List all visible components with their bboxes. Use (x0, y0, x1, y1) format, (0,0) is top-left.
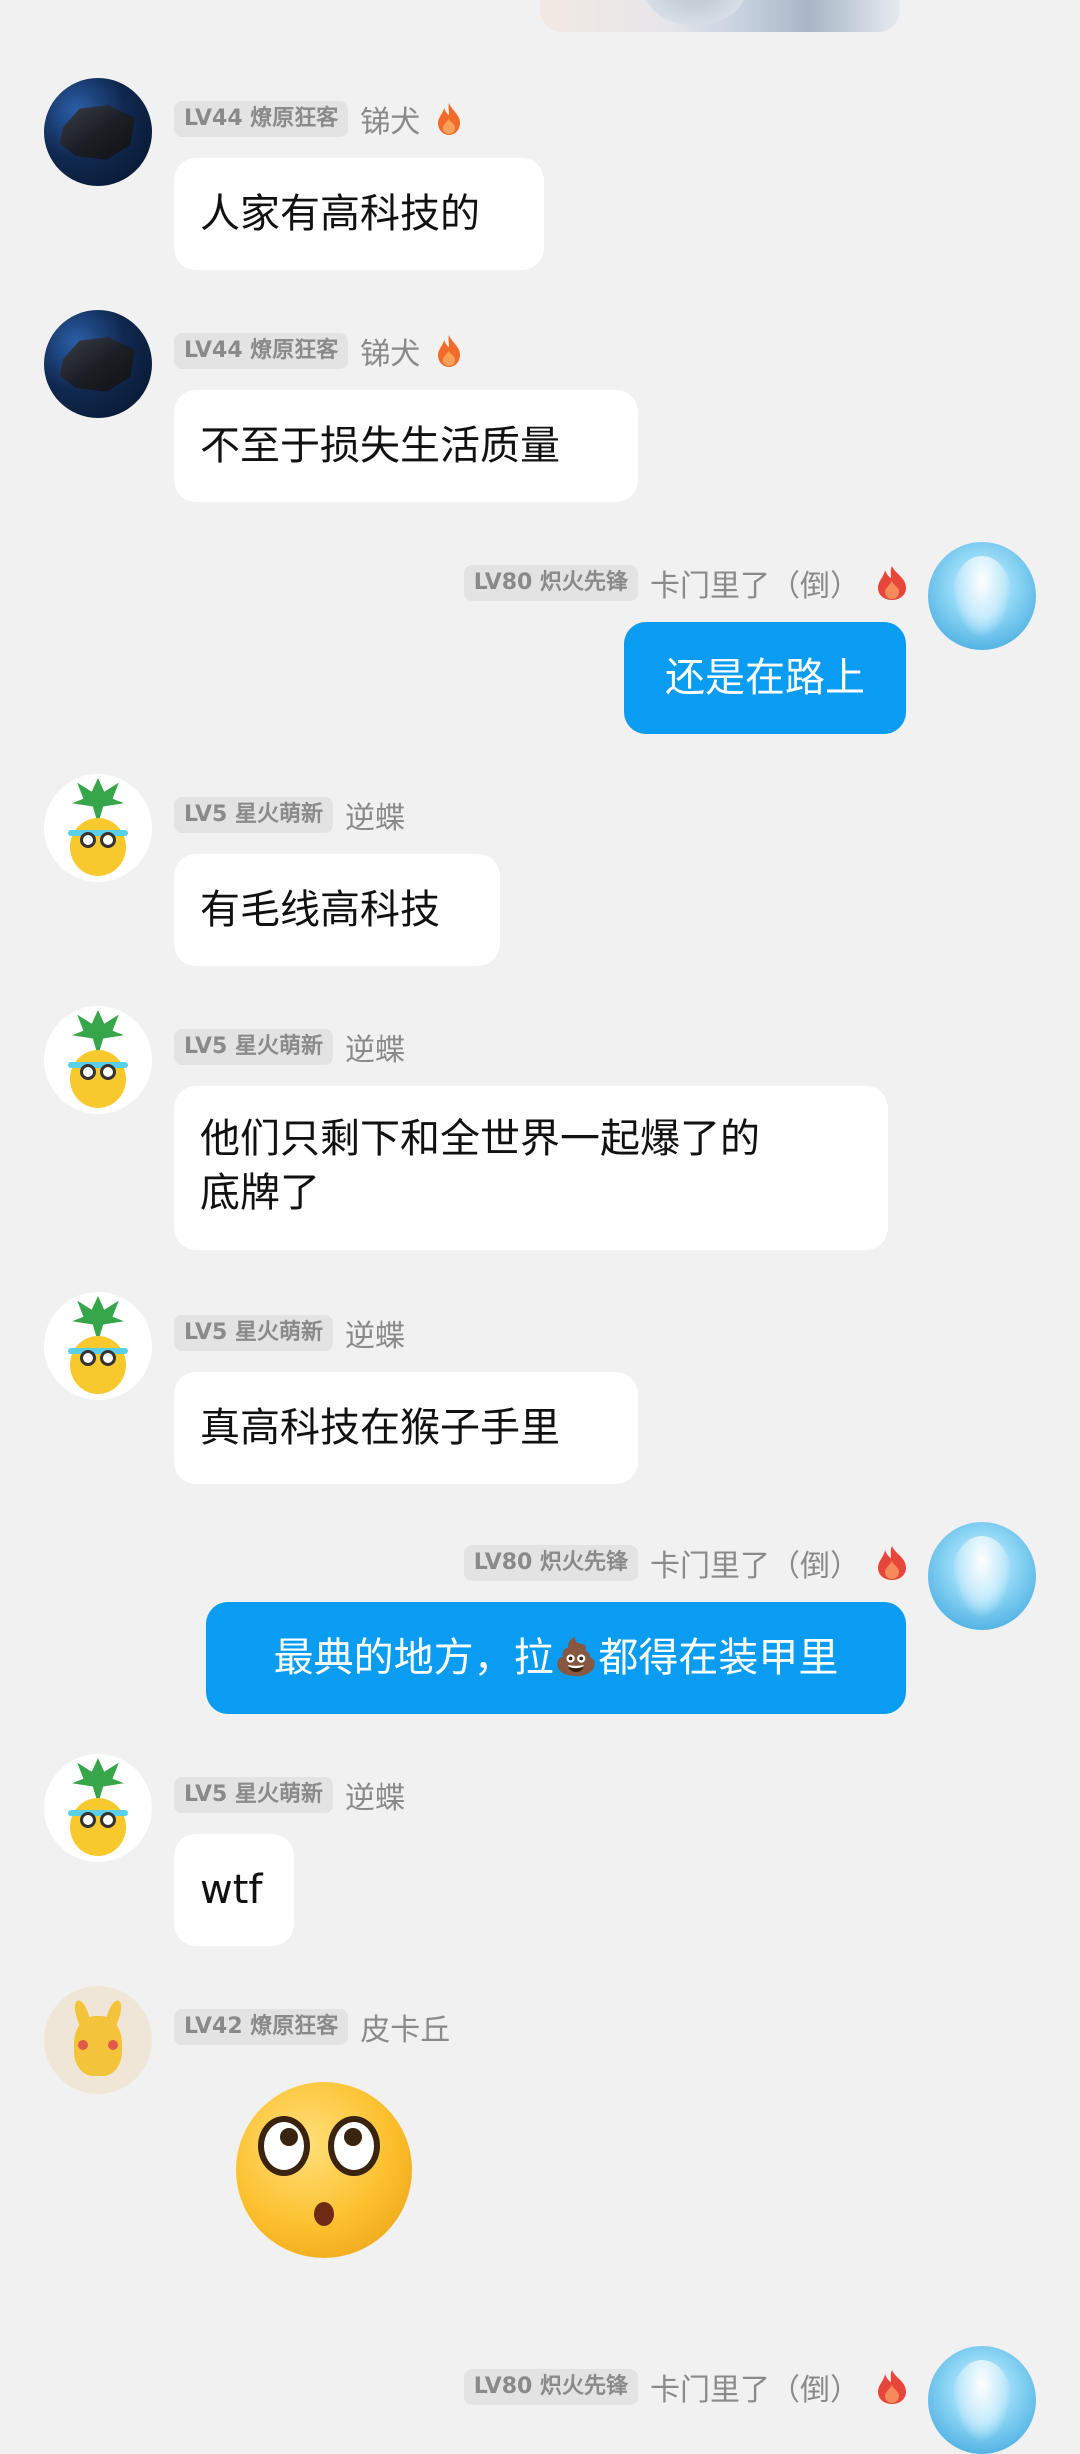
message-bubble[interactable]: 人家有高科技的 (174, 158, 544, 270)
message-text: 还是在路上 (665, 655, 865, 701)
chat-message-list[interactable]: LV44 燎原狂客 锑犬 人家有高科技的 LV44 燎原狂客 锑犬 不至于损失生… (0, 0, 1080, 2454)
message-row: LV5 星火萌新 逆蝶 真高科技在猴子手里 (0, 1292, 1080, 1484)
poop-emoji-icon: 💩 (553, 1637, 599, 1678)
level-badge: LV5 星火萌新 (174, 1029, 333, 1065)
message-text: 都得在装甲里 (598, 1635, 839, 1681)
level-badge: LV80 炽火先锋 (463, 2369, 638, 2405)
pineapple-avatar[interactable] (44, 1292, 152, 1400)
level-badge: LV80 炽火先锋 (463, 1545, 638, 1581)
message-row: LV42 燎原狂客 皮卡丘 (0, 1986, 1080, 2094)
sender-meta: LV44 燎原狂客 锑犬 (174, 97, 462, 141)
message-row: LV5 星火萌新 逆蝶 有毛线高科技 (0, 774, 1080, 966)
message-text: 最典的地方，拉 (273, 1635, 554, 1681)
sender-meta: LV44 燎原狂客 锑犬 (174, 329, 462, 373)
image-message-partial[interactable] (540, 0, 900, 32)
pineapple-avatar[interactable] (44, 1754, 152, 1862)
message-row: LV80 炽火先锋 卡门里了（倒） 还是在路上 (0, 542, 1080, 734)
sender-meta: LV5 星火萌新 逆蝶 (174, 793, 405, 837)
message-row: LV5 星火萌新 逆蝶 wtf (0, 1754, 1080, 1946)
message-row: LV44 燎原狂客 锑犬 人家有高科技的 (0, 78, 1080, 270)
sender-name[interactable]: 卡门里了（倒） (650, 2365, 860, 2409)
sender-name[interactable]: 锑犬 (360, 97, 420, 141)
message-bubble[interactable]: 有毛线高科技 (174, 854, 500, 966)
sender-meta: LV5 星火萌新 逆蝶 (174, 1025, 405, 1069)
pikachu-avatar[interactable] (44, 1986, 152, 2094)
water-spirit-avatar[interactable] (928, 542, 1036, 650)
level-badge: LV5 星火萌新 (174, 1315, 333, 1351)
sender-meta: LV42 燎原狂客 皮卡丘 (174, 2005, 450, 2049)
sender-name[interactable]: 卡门里了（倒） (650, 1541, 860, 1585)
level-badge: LV44 燎原狂客 (174, 101, 349, 137)
level-badge: LV80 炽火先锋 (463, 565, 638, 601)
mineral-avatar[interactable] (44, 78, 152, 186)
flame-icon (436, 334, 462, 368)
flame-icon (876, 2369, 908, 2405)
level-badge: LV44 燎原狂客 (174, 333, 349, 369)
sender-name[interactable]: 锑犬 (360, 329, 420, 373)
flame-icon (876, 1545, 908, 1581)
sender-meta: LV5 星火萌新 逆蝶 (174, 1773, 405, 1817)
sender-name[interactable]: 卡门里了（倒） (650, 561, 860, 605)
flame-icon (436, 102, 462, 136)
message-text-line: 底牌了 (200, 1170, 320, 1216)
sender-name[interactable]: 皮卡丘 (360, 2005, 450, 2049)
sender-name[interactable]: 逆蝶 (345, 1773, 405, 1817)
message-text: 有毛线高科技 (200, 887, 440, 933)
level-badge: LV5 星火萌新 (174, 797, 333, 833)
water-spirit-avatar[interactable] (928, 1522, 1036, 1630)
sender-meta: LV80 炽火先锋 卡门里了（倒） (463, 2365, 908, 2409)
pineapple-avatar[interactable] (44, 774, 152, 882)
message-text: 人家有高科技的 (200, 191, 480, 237)
message-bubble[interactable]: wtf (174, 1834, 294, 1946)
message-text: 真高科技在猴子手里 (200, 1405, 560, 1451)
message-text-line: 他们只剩下和全世界一起爆了的 (200, 1116, 760, 1162)
message-bubble[interactable]: 还是在路上 (624, 622, 906, 734)
sender-name[interactable]: 逆蝶 (345, 793, 405, 837)
flame-icon (876, 565, 908, 601)
sender-name[interactable]: 逆蝶 (345, 1311, 405, 1355)
level-badge: LV42 燎原狂客 (174, 2009, 349, 2045)
water-spirit-avatar[interactable] (928, 2346, 1036, 2454)
flushed-face-sticker[interactable] (236, 2082, 412, 2258)
sender-meta: LV80 炽火先锋 卡门里了（倒） (463, 1541, 908, 1585)
message-bubble[interactable]: 不至于损失生活质量 (174, 390, 638, 502)
level-badge: LV5 星火萌新 (174, 1777, 333, 1813)
sender-meta: LV5 星火萌新 逆蝶 (174, 1311, 405, 1355)
message-row: LV5 星火萌新 逆蝶 他们只剩下和全世界一起爆了的 底牌了 (0, 1006, 1080, 1250)
message-row: LV80 炽火先锋 卡门里了（倒） (0, 2346, 1080, 2454)
message-bubble[interactable]: 真高科技在猴子手里 (174, 1372, 638, 1484)
message-row: LV80 炽火先锋 卡门里了（倒） 最典的地方，拉 💩 都得在装甲里 (0, 1522, 1080, 1714)
message-text: wtf (200, 1867, 263, 1913)
sender-meta: LV80 炽火先锋 卡门里了（倒） (463, 561, 908, 605)
message-text: 不至于损失生活质量 (200, 423, 560, 469)
message-row: LV44 燎原狂客 锑犬 不至于损失生活质量 (0, 310, 1080, 502)
mineral-avatar[interactable] (44, 310, 152, 418)
message-bubble[interactable]: 他们只剩下和全世界一起爆了的 底牌了 (174, 1086, 888, 1250)
message-bubble[interactable]: 最典的地方，拉 💩 都得在装甲里 (206, 1602, 906, 1714)
pineapple-avatar[interactable] (44, 1006, 152, 1114)
sender-name[interactable]: 逆蝶 (345, 1025, 405, 1069)
